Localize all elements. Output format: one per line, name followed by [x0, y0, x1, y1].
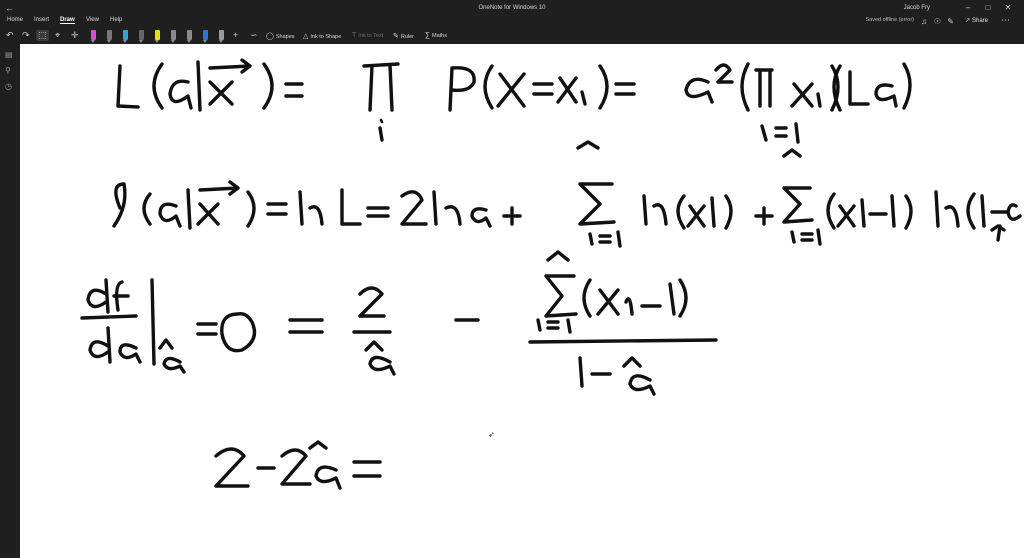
- search-icon[interactable]: ⚲: [5, 66, 11, 75]
- ink-to-text-icon: T: [352, 32, 357, 39]
- add-pen-icon[interactable]: +: [233, 30, 238, 40]
- ink-line-2: [112, 140, 1022, 248]
- shapes-button[interactable]: ◯ Shapes: [266, 32, 295, 40]
- shapes-label: Shapes: [275, 34, 295, 40]
- tab-view[interactable]: View: [86, 17, 99, 23]
- app-title: OneNote for Windows 10: [478, 5, 546, 11]
- more-options-icon[interactable]: ⋯: [1001, 15, 1010, 26]
- pen-2-icon[interactable]: [107, 30, 112, 43]
- draw-toolbar: ↶ ↷ ⬚ ⌖ ✛ + ∽ ◯ Shapes △ Ink to Shape T Ink…: [0, 27, 1024, 44]
- ink-line-4: [214, 440, 382, 490]
- ruler-button[interactable]: ✎ Ruler: [393, 32, 414, 40]
- pen-7-icon[interactable]: [187, 30, 192, 43]
- recent-notes-icon[interactable]: ◷: [5, 82, 12, 91]
- lasso-select-icon[interactable]: ⬚: [36, 30, 49, 41]
- user-name[interactable]: Jacob Fry: [904, 5, 930, 11]
- share-icon: ↗: [965, 18, 971, 24]
- ruler-label: Ruler: [400, 34, 415, 40]
- navigation-rail: ▤ ⚲ ◷: [0, 44, 20, 558]
- ruler-icon: ✎: [393, 33, 399, 40]
- pen-4-icon[interactable]: [139, 30, 144, 43]
- maths-label: Maths: [432, 33, 447, 39]
- shapes-icon: ◯: [266, 33, 274, 40]
- title-bar: ← OneNote for Windows 10 Jacob Fry – □ ✕: [0, 0, 1024, 16]
- tab-draw[interactable]: Draw: [60, 17, 75, 24]
- ink-line-3: [80, 250, 718, 396]
- minimize-icon[interactable]: –: [962, 3, 974, 12]
- bell-icon[interactable]: ♫: [921, 17, 927, 26]
- notebooks-icon[interactable]: ▤: [5, 50, 13, 59]
- mouse-cursor-icon: ➶: [488, 430, 495, 439]
- maths-icon: ∑: [425, 32, 430, 39]
- eraser-icon[interactable]: ⌖: [55, 30, 60, 41]
- maximize-icon[interactable]: □: [982, 3, 994, 12]
- ink-to-math-icon[interactable]: ∽: [250, 30, 258, 41]
- note-canvas[interactable]: ➶: [20, 44, 1024, 558]
- pen-9-icon[interactable]: [219, 30, 224, 43]
- ink-to-shape-icon: △: [303, 33, 309, 40]
- maths-button[interactable]: ∑ Maths: [425, 32, 447, 39]
- ink-to-text-label: Ink to Text: [358, 33, 384, 39]
- ink-line-1: [116, 58, 912, 144]
- close-icon[interactable]: ✕: [1002, 3, 1014, 12]
- tab-help[interactable]: Help: [110, 17, 122, 23]
- lightbulb-icon[interactable]: ☉: [934, 17, 941, 26]
- pen-6-icon[interactable]: [171, 30, 176, 43]
- share-button[interactable]: ↗ Share: [965, 17, 988, 24]
- handwritten-ink: [80, 58, 1022, 490]
- tab-home[interactable]: Home: [7, 17, 23, 23]
- ink-to-text-button[interactable]: T Ink to Text: [352, 32, 383, 39]
- share-label: Share: [971, 18, 988, 24]
- redo-icon[interactable]: ↷: [22, 30, 30, 41]
- pen-8-icon[interactable]: [203, 30, 208, 43]
- pen-icon[interactable]: ✎: [947, 17, 954, 26]
- tab-insert[interactable]: Insert: [34, 17, 49, 23]
- sync-status[interactable]: Saved offline (error): [865, 17, 914, 23]
- ink-to-shape-label: Ink to Shape: [310, 34, 342, 40]
- highlighter-yellow-icon[interactable]: [155, 30, 160, 43]
- ink-to-shape-button[interactable]: △ Ink to Shape: [303, 32, 341, 40]
- pen-1-icon[interactable]: [91, 30, 96, 43]
- add-space-icon[interactable]: ✛: [71, 30, 79, 41]
- undo-icon[interactable]: ↶: [6, 30, 14, 41]
- pen-3-icon[interactable]: [123, 30, 128, 43]
